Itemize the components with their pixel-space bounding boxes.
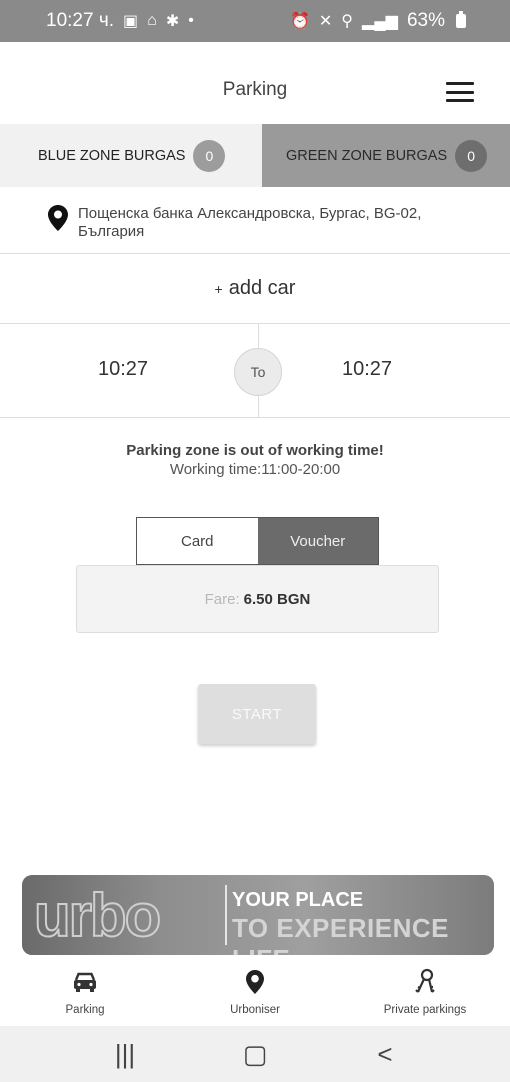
hamburger-menu-icon[interactable]	[446, 82, 474, 102]
voucher-option[interactable]: Voucher	[257, 518, 378, 564]
nav-label: Urboniser	[230, 1004, 280, 1016]
zone-tabs: BLUE ZONE BURGAS 0 GREEN ZONE BURGAS 0	[0, 124, 510, 187]
accessibility-icon: ✱	[165, 13, 180, 30]
system-navigation-bar: ||| ▢ <	[0, 1026, 510, 1082]
time-range: 10:27 To 10:27	[0, 324, 510, 418]
nav-private-parkings[interactable]: Private parkings	[340, 960, 510, 1026]
alarm-icon: ⏰	[289, 13, 310, 30]
tab-blue-zone[interactable]: BLUE ZONE BURGAS 0	[0, 124, 262, 187]
banner-slogan-line1: YOUR PLACE	[232, 889, 364, 911]
add-car-label: add car	[228, 277, 296, 299]
location-pin-icon	[48, 205, 68, 231]
payment-method-toggle: Card Voucher	[136, 517, 379, 565]
gallery-icon: ▣	[123, 13, 139, 30]
nav-label: Private parkings	[383, 1004, 467, 1016]
pin-icon	[246, 970, 264, 994]
working-hours: Working time:11:00-20:00	[169, 461, 341, 478]
zone-count-badge: 0	[455, 139, 488, 172]
signal-icon: ▂▄▆	[362, 13, 398, 30]
mute-icon: ✕	[318, 13, 333, 30]
promo-banner[interactable]: urbo YOUR PLACE TO EXPERIENCE LIFE	[22, 875, 494, 955]
address-text: Пощенска банка Александровска, Бургас, B…	[78, 205, 422, 240]
tab-green-zone[interactable]: GREEN ZONE BURGAS 0	[262, 124, 510, 187]
battery-percent: 63%	[406, 10, 445, 31]
urbo-logo: urbo	[33, 881, 162, 950]
card-option[interactable]: Card	[137, 518, 258, 564]
dot-icon: •	[188, 12, 194, 29]
start-button[interactable]: START	[198, 684, 316, 744]
status-left: 10:27 ч. ▣ ⌂ ✱ •	[46, 10, 194, 32]
location-address[interactable]: Пощенска банка Александровска, Бургас, B…	[0, 187, 510, 254]
page-title: Parking	[222, 79, 288, 100]
zone-label: BLUE ZONE BURGAS	[38, 147, 186, 164]
fare-value: 6.50 BGN	[243, 590, 311, 608]
fare-label: Fare:	[204, 590, 240, 608]
banner-slogan-line2: TO EXPERIENCE LIFE	[232, 913, 449, 955]
battery-icon	[456, 11, 466, 28]
out-of-time-message: Parking zone is out of working time!	[126, 442, 384, 459]
keys-icon	[415, 968, 435, 993]
nav-urboniser[interactable]: Urboniser	[170, 960, 340, 1026]
zone-label: GREEN ZONE BURGAS	[286, 147, 448, 164]
fare-box: Fare: 6.50 BGN	[76, 565, 439, 633]
bottom-navigation: Parking Urboniser Private parkings	[0, 960, 510, 1026]
app-header: Parking	[0, 42, 510, 124]
home-button-icon[interactable]: ▢	[225, 1039, 285, 1070]
car-icon	[74, 972, 96, 992]
banner-divider	[225, 885, 227, 945]
end-time[interactable]: 10:27	[342, 358, 392, 381]
add-car-button[interactable]: + add car	[0, 254, 510, 324]
working-time-notice: Parking zone is out of working time! Wor…	[0, 442, 510, 478]
start-time[interactable]: 10:27	[98, 358, 148, 381]
back-icon[interactable]: <	[355, 1039, 415, 1070]
plus-icon: +	[214, 280, 223, 297]
recents-icon[interactable]: |||	[95, 1039, 155, 1070]
status-time: 10:27 ч.	[46, 10, 115, 31]
nav-parking[interactable]: Parking	[0, 960, 170, 1026]
nav-label: Parking	[65, 1004, 105, 1016]
location-icon: ⚲	[341, 13, 354, 30]
zone-count-badge: 0	[193, 139, 226, 172]
to-badge: To	[234, 348, 282, 396]
status-right: ⏰ ✕ ⚲ ▂▄▆ 63%	[290, 10, 466, 32]
home-icon: ⌂	[147, 12, 157, 29]
status-bar: 10:27 ч. ▣ ⌂ ✱ • ⏰ ✕ ⚲ ▂▄▆ 63%	[0, 0, 510, 42]
